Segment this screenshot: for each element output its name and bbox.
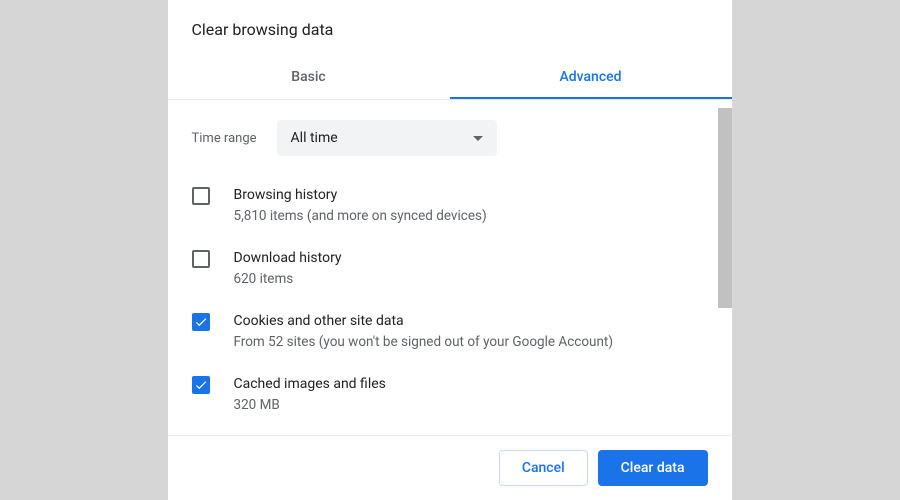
time-range-label: Time range <box>192 131 257 146</box>
button-label: Cancel <box>522 460 565 476</box>
tab-advanced[interactable]: Advanced <box>450 55 732 99</box>
button-label: Clear data <box>621 460 685 476</box>
item-subtitle: 620 items <box>234 270 708 289</box>
checkmark-icon <box>194 315 208 329</box>
clear-data-button[interactable]: Clear data <box>598 450 708 486</box>
list-item: Cookies and other site data From 52 site… <box>192 300 708 363</box>
time-range-value: All time <box>291 130 338 146</box>
item-text: Cached images and files 320 MB <box>234 374 708 415</box>
item-title: Browsing history <box>234 185 708 205</box>
checkmark-icon <box>194 378 208 392</box>
item-title: Cookies and other site data <box>234 311 708 331</box>
checkbox-cookies[interactable] <box>192 313 210 331</box>
list-item: Browsing history 5,810 items (and more o… <box>192 174 708 237</box>
dialog-header: Clear browsing data <box>168 0 732 45</box>
list-item: Download history 620 items <box>192 237 708 300</box>
checkbox-cached-images[interactable] <box>192 376 210 394</box>
item-subtitle: From 52 sites (you won't be signed out o… <box>234 333 708 352</box>
time-range-dropdown[interactable]: All time <box>277 120 497 156</box>
tab-bar: Basic Advanced <box>168 55 732 100</box>
checkbox-browsing-history[interactable] <box>192 187 210 205</box>
item-subtitle: 5,810 items (and more on synced devices) <box>234 207 708 226</box>
item-text: Browsing history 5,810 items (and more o… <box>234 185 708 226</box>
tab-basic[interactable]: Basic <box>168 55 450 99</box>
checkbox-download-history[interactable] <box>192 250 210 268</box>
time-range-row: Time range All time <box>192 100 708 174</box>
scroll-area: Time range All time Browsing history 5,8… <box>168 100 732 435</box>
list-item: Passwords and other sign-in data 227 pas… <box>192 426 708 435</box>
tab-label: Basic <box>291 69 325 85</box>
item-subtitle: 320 MB <box>234 396 708 415</box>
item-text: Download history 620 items <box>234 248 708 289</box>
item-text: Cookies and other site data From 52 site… <box>234 311 708 352</box>
dialog-footer: Cancel Clear data <box>168 435 732 500</box>
scrollbar[interactable] <box>718 108 732 308</box>
item-title: Cached images and files <box>234 374 708 394</box>
item-title: Download history <box>234 248 708 268</box>
cancel-button[interactable]: Cancel <box>499 450 588 486</box>
tab-label: Advanced <box>559 69 621 85</box>
dialog-title: Clear browsing data <box>192 20 708 39</box>
clear-browsing-data-dialog: Clear browsing data Basic Advanced Time … <box>168 0 733 500</box>
caret-down-icon <box>473 136 483 141</box>
list-item: Cached images and files 320 MB <box>192 363 708 426</box>
